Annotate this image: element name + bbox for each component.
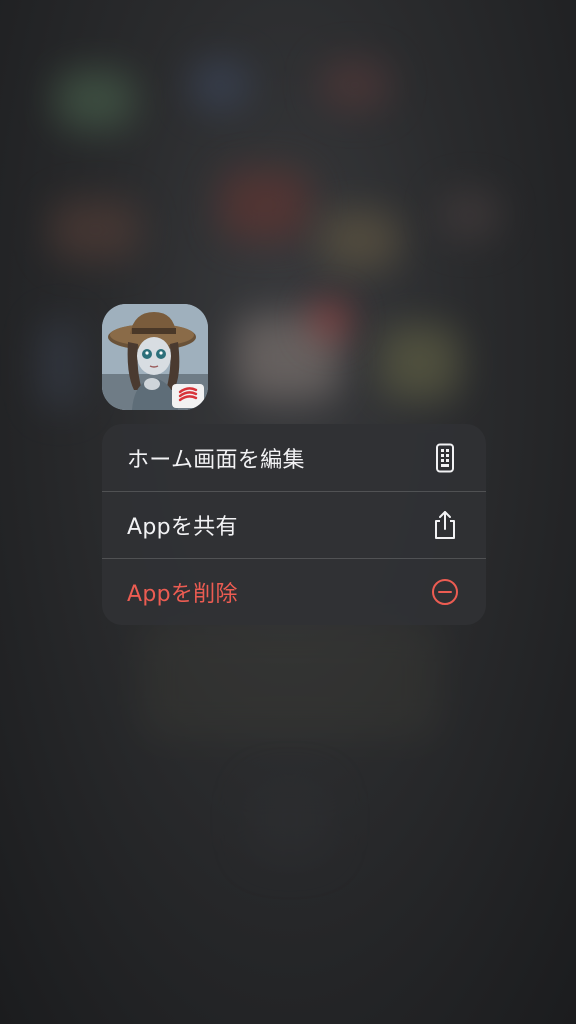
blurred-app-icon — [55, 70, 135, 130]
blurred-app-icon — [50, 200, 140, 260]
blurred-dock — [140, 620, 440, 740]
blurred-app-icon — [440, 190, 500, 240]
blurred-app-icon — [320, 60, 390, 110]
identity-v-app-icon[interactable] — [102, 304, 208, 410]
share-app-menu-item[interactable]: Appを共有 — [102, 491, 486, 558]
character-artwork — [102, 304, 208, 410]
blurred-app-icon — [380, 325, 460, 400]
share-icon — [430, 510, 460, 540]
menu-item-label: Appを削除 — [127, 582, 238, 607]
blurred-app-icon — [220, 170, 310, 240]
phone-grid-icon — [430, 443, 460, 473]
menu-item-label: Appを共有 — [127, 515, 238, 540]
blurred-app-icon — [40, 320, 80, 410]
minus-circle-icon — [430, 577, 460, 607]
home-screen-backdrop: ホーム画面を編集 Appを共有 Appを削除 — [0, 0, 576, 1024]
blurred-page-dots — [250, 780, 330, 860]
menu-item-label: ホーム画面を編集 — [127, 447, 305, 473]
blurred-app-icon — [190, 60, 250, 110]
delete-app-menu-item[interactable]: Appを削除 — [102, 558, 486, 625]
blurred-notification-badge — [310, 300, 350, 340]
edit-home-screen-menu-item[interactable]: ホーム画面を編集 — [102, 424, 486, 491]
blurred-app-icon — [320, 210, 400, 270]
app-context-menu: ホーム画面を編集 Appを共有 Appを削除 — [102, 424, 486, 625]
